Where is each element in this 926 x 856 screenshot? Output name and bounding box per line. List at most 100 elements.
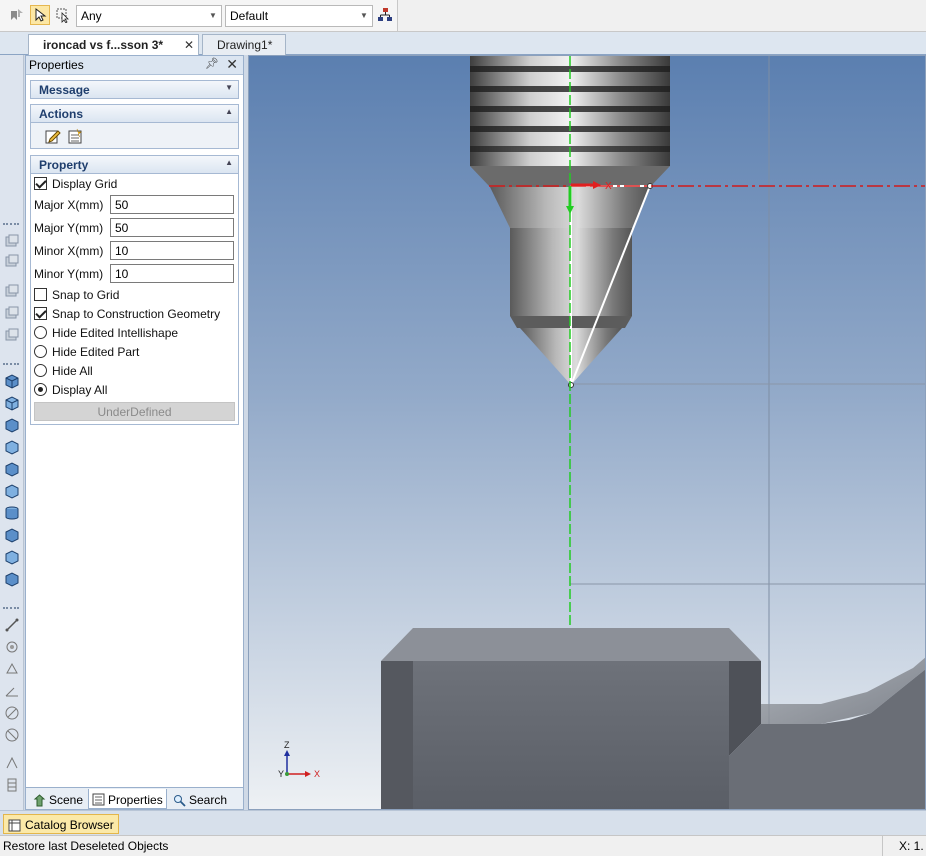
chevron-down-icon: ▼ <box>360 11 368 20</box>
block-shape-icon[interactable] <box>4 417 20 433</box>
cylinder-shape-icon[interactable] <box>4 505 20 521</box>
minor-x-input[interactable] <box>110 241 234 260</box>
close-icon[interactable]: ✕ <box>184 38 194 52</box>
tool-icon[interactable] <box>4 283 20 299</box>
scene-icon <box>33 793 46 806</box>
section-title: Message <box>39 83 90 97</box>
tool-icon[interactable] <box>4 327 20 343</box>
snap-to-grid-label: Snap to Grid <box>52 287 120 302</box>
snap-to-grid-row[interactable]: Snap to Grid <box>31 285 238 304</box>
selection-filter-value: Any <box>81 9 102 23</box>
minor-y-input[interactable] <box>110 264 234 283</box>
tab-scene[interactable]: Scene <box>30 789 86 809</box>
block-shape-icon[interactable] <box>4 483 20 499</box>
snap-construction-checkbox[interactable] <box>34 307 47 320</box>
display-all-radio[interactable] <box>34 383 47 396</box>
tab-ironcad-document[interactable]: ironcad vs f...sson 3* ✕ <box>28 34 199 56</box>
minor-y-label: Minor Y(mm) <box>34 266 104 281</box>
display-grid-label: Display Grid <box>52 176 118 191</box>
main-toolbar: Any ▼ Default ▼ <box>0 0 926 32</box>
radio-label: Hide All <box>52 363 93 378</box>
block-shape-icon[interactable] <box>4 549 20 565</box>
style-value: Default <box>230 9 269 23</box>
select-arrow-icon[interactable] <box>30 5 50 25</box>
triad-z-label: Z <box>284 740 290 750</box>
scene-canvas[interactable]: X Z Y X <box>249 56 926 810</box>
snap-construction-label: Snap to Construction Geometry <box>52 306 221 321</box>
block-shape-icon[interactable] <box>4 461 20 477</box>
hide-all-row[interactable]: Hide All <box>31 361 238 380</box>
block-shape-icon[interactable] <box>4 439 20 455</box>
block-shape-icon[interactable] <box>4 527 20 543</box>
hide-edited-intellishape-radio[interactable] <box>34 326 47 339</box>
catalog-icon <box>8 819 21 831</box>
snap-construction-row[interactable]: Snap to Construction Geometry <box>31 304 238 323</box>
display-grid-checkbox[interactable] <box>34 177 47 190</box>
tab-label: Drawing1* <box>217 38 273 52</box>
tool-icon[interactable] <box>4 661 20 677</box>
section-title: Actions <box>39 107 84 121</box>
major-x-input[interactable] <box>110 195 234 214</box>
tab-drawing1[interactable]: Drawing1* <box>202 34 286 55</box>
selection-toolbar: Any ▼ Default ▼ <box>0 0 398 31</box>
tool-icon[interactable] <box>4 777 20 793</box>
property-section-header[interactable]: Property ▲ <box>30 155 239 174</box>
line-tool-icon[interactable] <box>4 617 20 633</box>
tool-icon[interactable] <box>4 683 20 699</box>
hide-edited-intellishape-row[interactable]: Hide Edited Intellishape <box>31 323 238 342</box>
close-icon[interactable]: ✕ <box>226 56 238 73</box>
search-icon <box>174 794 186 807</box>
block-shape-icon[interactable] <box>4 373 20 389</box>
actions-body <box>30 123 239 149</box>
prev-selection-icon[interactable] <box>7 5 27 25</box>
grip-handle[interactable] <box>3 607 19 610</box>
selection-filter-combo[interactable]: Any ▼ <box>76 5 222 27</box>
actions-section-header[interactable]: Actions ▲ <box>30 104 239 123</box>
underdefined-button: UnderDefined <box>34 402 235 421</box>
display-all-row[interactable]: Display All <box>31 380 238 399</box>
sketch-properties-icon[interactable] <box>67 128 83 144</box>
hide-edited-part-radio[interactable] <box>34 345 47 358</box>
tab-search[interactable]: Search <box>170 789 230 809</box>
3d-viewport[interactable]: X Z Y X <box>248 55 926 810</box>
tab-properties[interactable]: Properties <box>88 789 167 809</box>
snap-to-grid-checkbox[interactable] <box>34 288 47 301</box>
select-window-icon[interactable] <box>53 5 73 25</box>
tool-icon[interactable] <box>4 233 20 249</box>
tool-icon[interactable] <box>4 639 20 655</box>
grip-handle[interactable] <box>3 223 19 226</box>
hide-all-radio[interactable] <box>34 364 47 377</box>
status-coordinates: X: 1. <box>882 836 926 856</box>
display-grid-row[interactable]: Display Grid <box>31 174 238 193</box>
grip-handle[interactable] <box>3 363 19 366</box>
minor-x-row: Minor X(mm) <box>31 239 238 262</box>
tool-icon[interactable] <box>4 727 20 743</box>
chevron-down-icon: ▼ <box>209 11 217 20</box>
hide-edited-part-row[interactable]: Hide Edited Part <box>31 342 238 361</box>
style-combo[interactable]: Default ▼ <box>225 5 373 27</box>
message-section-header[interactable]: Message ▼ <box>30 80 239 99</box>
triad-x-label: X <box>314 769 320 779</box>
block-shape-icon[interactable] <box>4 571 20 587</box>
edit-sketch-icon[interactable] <box>45 128 61 144</box>
tool-icon[interactable] <box>4 705 20 721</box>
panel-title-bar: Properties 📌︎ ✕ <box>26 56 243 75</box>
major-y-input[interactable] <box>110 218 234 237</box>
catalog-browser-button[interactable]: Catalog Browser <box>3 814 119 834</box>
tab-label: Search <box>189 793 228 807</box>
property-body: Display Grid Major X(mm) Major Y(mm) Min… <box>30 174 239 425</box>
status-message: Restore last Deseleted Objects <box>3 839 169 853</box>
tool-icon[interactable] <box>4 755 20 771</box>
block-shape-icon[interactable] <box>4 395 20 411</box>
major-x-row: Major X(mm) <box>31 193 238 216</box>
pin-icon[interactable]: 📌︎ <box>205 57 219 70</box>
hierarchy-icon[interactable] <box>375 5 395 25</box>
chevron-up-icon: ▲ <box>225 107 233 116</box>
document-tabs: ironcad vs f...sson 3* ✕ Drawing1* <box>0 32 926 56</box>
major-y-label: Major Y(mm) <box>34 220 104 235</box>
radio-label: Hide Edited Part <box>52 344 140 359</box>
tool-icon[interactable] <box>4 253 20 269</box>
major-y-row: Major Y(mm) <box>31 216 238 239</box>
tool-icon[interactable] <box>4 305 20 321</box>
minor-y-row: Minor Y(mm) <box>31 262 238 285</box>
